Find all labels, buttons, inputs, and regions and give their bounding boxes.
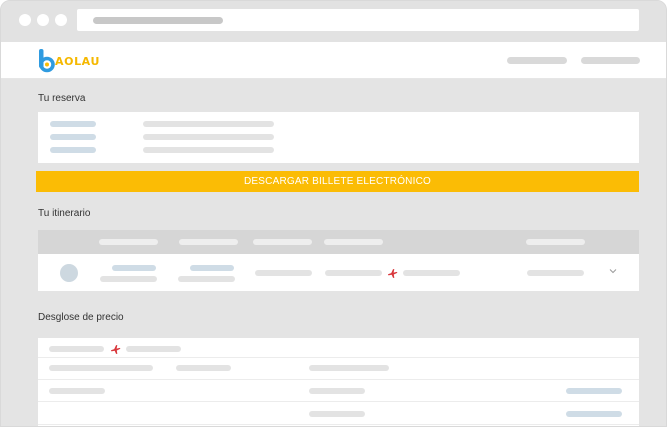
header-col-2: [179, 239, 238, 245]
divider: [38, 424, 639, 425]
reserva-value-1: [143, 121, 274, 127]
window-dot-maximize[interactable]: [55, 14, 67, 26]
airplane-icon: [110, 345, 121, 354]
reserva-label-1: [50, 121, 96, 127]
row-time-2: [190, 265, 234, 271]
row-time-1: [112, 265, 156, 271]
chevron-down-icon[interactable]: [609, 268, 617, 274]
address-bar[interactable]: [77, 9, 639, 31]
download-ticket-button[interactable]: DESCARGAR BILLETE ELECTRÓNICO: [36, 171, 639, 192]
row-col-6: [527, 270, 584, 276]
header-col-4: [324, 239, 383, 245]
reserva-title: Tu reserva: [38, 93, 86, 104]
browser-chrome: [1, 1, 666, 42]
price-header-3: [309, 365, 389, 371]
price-header-1: [49, 365, 153, 371]
itinerary-row[interactable]: [38, 254, 639, 291]
header-col-5: [526, 239, 585, 245]
divider: [38, 357, 639, 358]
reserva-label-3: [50, 147, 96, 153]
header-col-1: [99, 239, 158, 245]
logo-b-icon: [39, 49, 55, 73]
price-row-1-qty: [309, 388, 365, 394]
row-col-4: [325, 270, 382, 276]
nav-link-2[interactable]: [581, 57, 640, 64]
price-route-from: [49, 346, 104, 352]
browser-window: AOLAU Tu reserva DESCARGAR BILLETE ELECT…: [0, 0, 667, 427]
row-col-5: [403, 270, 460, 276]
window-dot-close[interactable]: [19, 14, 31, 26]
price-row-2-qty: [309, 411, 365, 417]
airplane-icon: [387, 269, 398, 278]
window-dot-minimize[interactable]: [37, 14, 49, 26]
price-route-to: [126, 346, 181, 352]
desglose-title: Desglose de precio: [38, 312, 124, 323]
price-row-1-label: [49, 388, 105, 394]
row-col-3: [255, 270, 312, 276]
nav-link-1[interactable]: [507, 57, 567, 64]
url-placeholder: [93, 17, 223, 24]
airline-logo: [60, 264, 78, 282]
price-row-2-amount: [566, 411, 622, 417]
itinerary-table-header: [38, 230, 639, 254]
header-col-3: [253, 239, 312, 245]
reserva-value-3: [143, 147, 274, 153]
logo-text: AOLAU: [55, 55, 100, 68]
price-row-1-amount: [566, 388, 622, 394]
row-place-1: [100, 276, 157, 282]
row-place-2: [178, 276, 235, 282]
divider: [38, 401, 639, 402]
site-header: AOLAU: [1, 42, 666, 79]
divider: [38, 379, 639, 380]
price-header-2: [176, 365, 231, 371]
itinerario-title: Tu itinerario: [38, 208, 91, 219]
reserva-card: [38, 112, 639, 163]
reserva-value-2: [143, 134, 274, 140]
price-breakdown-card: [38, 338, 639, 426]
reserva-label-2: [50, 134, 96, 140]
